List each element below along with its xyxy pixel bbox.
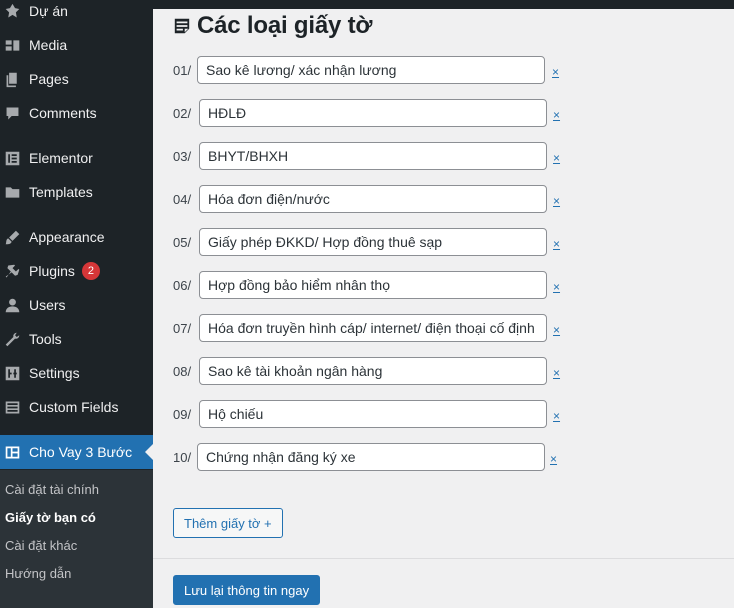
document-input[interactable]: [199, 314, 547, 342]
sidebar-item-label: Custom Fields: [29, 399, 119, 415]
document-row: 06/ ×: [173, 271, 573, 301]
sidebar-item-elementor[interactable]: Elementor: [0, 141, 153, 175]
document-number: 10/: [173, 450, 192, 465]
document-row: 04/ ×: [173, 185, 573, 215]
document-number: 06/: [173, 278, 192, 293]
user-icon: [3, 296, 21, 314]
document-number: 08/: [173, 364, 192, 379]
sidebar-item-label: Appearance: [29, 229, 105, 245]
document-row: 05/ ×: [173, 228, 573, 258]
document-number: 05/: [173, 235, 192, 250]
document-input[interactable]: [197, 443, 545, 471]
sidebar-item-pages[interactable]: Pages: [0, 62, 153, 96]
document-number: 01/: [173, 63, 192, 78]
sidebar-item-label: Elementor: [29, 150, 93, 166]
submenu-item-cai-dat-khac[interactable]: Cài đặt khác: [5, 538, 77, 553]
submenu-item-huong-dan[interactable]: Hướng dẫn: [5, 566, 71, 581]
sidebar-item-du-an[interactable]: Dự án: [0, 0, 153, 28]
document-row: 08/ ×: [173, 357, 573, 387]
document-number: 03/: [173, 149, 192, 164]
document-number: 04/: [173, 192, 192, 207]
document-row: 07/ ×: [173, 314, 573, 344]
document-input[interactable]: [199, 228, 547, 256]
brush-icon: [3, 228, 21, 246]
sidebar-item-label: Media: [29, 37, 68, 53]
table-icon: [3, 443, 21, 461]
save-button[interactable]: Lưu lại thông tin ngay: [173, 575, 321, 605]
plugin-icon: [3, 262, 21, 280]
sidebar-item-label: Cho Vay 3 Bước: [29, 444, 133, 460]
remove-document-button[interactable]: ×: [553, 366, 560, 380]
remove-document-button[interactable]: ×: [553, 323, 560, 337]
sidebar-item-label: Settings: [29, 365, 80, 381]
document-number: 09/: [173, 407, 192, 422]
document-row: 09/ ×: [173, 400, 573, 430]
submenu-item-giay-to-ban-co[interactable]: Giấy tờ bạn có: [5, 510, 96, 525]
sidebar-item-settings[interactable]: Settings: [0, 356, 153, 390]
sidebar-item-cho-vay-3-buoc[interactable]: Cho Vay 3 Bước: [0, 435, 153, 469]
sidebar-item-label: Tools: [29, 331, 62, 347]
document-input[interactable]: [199, 271, 547, 299]
admin-sidebar: Dự án Media Pages Comments Elementor Tem…: [0, 0, 153, 608]
document-input[interactable]: [199, 99, 547, 127]
document-input[interactable]: [199, 400, 547, 428]
sidebar-item-templates[interactable]: Templates: [0, 175, 153, 209]
update-count-badge: 2: [81, 262, 100, 280]
document-row: 02/ ×: [173, 99, 573, 129]
remove-document-button[interactable]: ×: [550, 452, 557, 466]
document-row: 01/ ×: [173, 56, 573, 86]
remove-document-button[interactable]: ×: [553, 108, 560, 122]
document-number: 07/: [173, 321, 192, 336]
page-title: Các loại giấy tờ: [173, 12, 372, 40]
sidebar-item-label: Templates: [29, 184, 93, 200]
sidebar-item-media[interactable]: Media: [0, 28, 153, 62]
sidebar-item-label: Dự án: [29, 3, 68, 19]
document-input[interactable]: [199, 142, 547, 170]
comments-icon: [3, 104, 21, 122]
wrench-icon: [3, 330, 21, 348]
elementor-icon: [3, 149, 21, 167]
divider: [153, 558, 734, 559]
sidebar-item-label: Plugins: [29, 263, 75, 279]
remove-document-button[interactable]: ×: [553, 409, 560, 423]
remove-document-button[interactable]: ×: [553, 280, 560, 294]
document-input[interactable]: [199, 357, 547, 385]
sidebar-item-label: Comments: [29, 105, 97, 121]
form-icon: [174, 18, 190, 34]
document-number: 02/: [173, 106, 192, 121]
sidebar-item-appearance[interactable]: Appearance: [0, 220, 153, 254]
page-title-text: Các loại giấy tờ: [197, 12, 373, 39]
sidebar-item-custom-fields[interactable]: Custom Fields: [0, 390, 153, 424]
document-row: 03/ ×: [173, 142, 573, 172]
document-input[interactable]: [199, 185, 547, 213]
settings-icon: [3, 364, 21, 382]
sidebar-item-label: Pages: [29, 71, 69, 87]
remove-document-button[interactable]: ×: [552, 65, 559, 79]
document-row: 10/ ×: [173, 443, 573, 473]
folder-icon: [3, 183, 21, 201]
main-content: Các loại giấy tờ 01/ × 02/ × 03/ × 04/ ×…: [153, 9, 734, 608]
media-icon: [3, 36, 21, 54]
pages-icon: [3, 70, 21, 88]
remove-document-button[interactable]: ×: [553, 151, 560, 165]
submenu: Cài đặt tài chính Giấy tờ bạn có Cài đặt…: [0, 470, 153, 608]
add-document-button[interactable]: Thêm giấy tờ +: [173, 508, 283, 538]
fields-icon: [3, 398, 21, 416]
sidebar-item-label: Users: [29, 297, 66, 313]
sidebar-item-tools[interactable]: Tools: [0, 322, 153, 356]
sidebar-item-comments[interactable]: Comments: [0, 96, 153, 130]
pin-icon: [3, 2, 21, 20]
remove-document-button[interactable]: ×: [553, 194, 560, 208]
remove-document-button[interactable]: ×: [553, 237, 560, 251]
document-input[interactable]: [197, 56, 545, 84]
sidebar-item-plugins[interactable]: Plugins 2: [0, 254, 153, 288]
submenu-item-cai-dat-tai-chinh[interactable]: Cài đặt tài chính: [5, 482, 99, 497]
sidebar-item-users[interactable]: Users: [0, 288, 153, 322]
